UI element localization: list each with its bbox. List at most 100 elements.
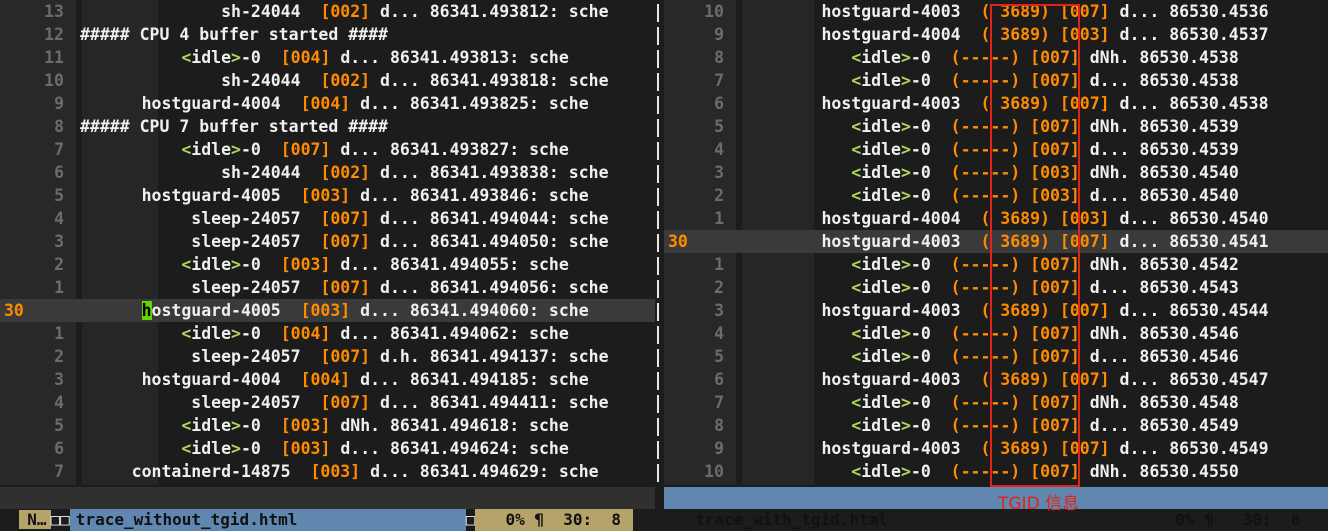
- idle-suffix: -0: [910, 278, 931, 297]
- pad: [301, 232, 321, 251]
- pad: [931, 163, 951, 182]
- left-editor-pane[interactable]: 13 sh-24044 [002] d... 86341.493812: sch…: [0, 0, 655, 485]
- process-name: sh-24044: [221, 163, 301, 182]
- buffer-line[interactable]: 12 ##### CPU 4 buffer started ####: [0, 23, 655, 46]
- process-name: hostguard-4003: [821, 232, 961, 251]
- buffer-line[interactable]: 7 <idle>-0 [007] d... 86341.493827: sche: [0, 138, 655, 161]
- line-number: 6: [714, 370, 724, 389]
- pad: [301, 209, 321, 228]
- pad: [931, 140, 951, 159]
- line-number: 13: [44, 2, 64, 21]
- line-content: sleep-24057 [007] d... 86341.494044: sch…: [82, 207, 608, 230]
- idle-task: idle: [861, 324, 901, 343]
- idle-close: >: [900, 255, 911, 274]
- trace-fields: d... 86341.494185: sche: [350, 370, 589, 389]
- idle-close: >: [900, 140, 911, 159]
- buffer-line[interactable]: 7 containerd-14875 [003] d... 86341.4946…: [0, 460, 655, 483]
- line-number: 8: [714, 48, 724, 67]
- trace-fields: dNh. 86530.4540: [1079, 163, 1239, 182]
- buffer-line[interactable]: 5 hostguard-4005 [003] d... 86341.493846…: [0, 184, 655, 207]
- trace-fields: d... 86341.494056: sche: [370, 278, 609, 297]
- left-file-name[interactable]: trace_without_tgid.html: [69, 509, 466, 531]
- cpu-id: [003]: [310, 462, 361, 481]
- idle-close: >: [900, 462, 911, 481]
- line-number: 9: [54, 94, 64, 113]
- line-number: 10: [704, 2, 724, 21]
- trace-fields: d.h. 86341.494137: sche: [370, 347, 609, 366]
- left-buffer-lines: 13 sh-24044 [002] d... 86341.493812: sch…: [0, 0, 655, 483]
- buffer-line[interactable]: 1 <idle>-0 [004] d... 86341.494062: sche: [0, 322, 655, 345]
- line-content: ##### CPU 7 buffer started ####: [80, 115, 388, 138]
- buffer-line[interactable]: 11 <idle>-0 [004] d... 86341.493813: sch…: [0, 46, 655, 69]
- pad: [301, 2, 321, 21]
- line-content: sh-24044 [002] d... 86341.493818: sche: [82, 69, 608, 92]
- idle-task: idle: [861, 462, 901, 481]
- buffer-line[interactable]: 4 sleep-24057 [007] d... 86341.494044: s…: [0, 207, 655, 230]
- process-name: ostguard-4005: [151, 301, 281, 320]
- process-name: sleep-24057: [191, 232, 301, 251]
- line-number: 4: [54, 393, 64, 412]
- buffer-line[interactable]: 1 sleep-24057 [007] d... 86341.494056: s…: [0, 276, 655, 299]
- buffer-line[interactable]: 5 <idle>-0 [003] dNh. 86341.494618: sche: [0, 414, 655, 437]
- right-file-name[interactable]: trace_with_tgid.html: [695, 509, 1175, 531]
- trace-fields: d... 86341.493838: sche: [370, 163, 609, 182]
- cpu-id: [003]: [280, 439, 331, 458]
- trace-fields: dNh. 86530.4550: [1079, 462, 1239, 481]
- cpu-id: [007]: [320, 232, 371, 251]
- buffer-line[interactable]: 30 hostguard-4005 [003] d... 86341.49406…: [0, 299, 655, 322]
- pad: [961, 25, 981, 44]
- line-number: 30: [4, 301, 24, 320]
- window-split-divider[interactable]: [656, 0, 659, 485]
- idle-suffix: -0: [910, 416, 931, 435]
- idle-close: >: [900, 278, 911, 297]
- line-number: 2: [54, 347, 64, 366]
- line-content: hostguard-4004 [004] d... 86341.493825: …: [82, 92, 589, 115]
- line-content: sh-24044 [002] d... 86341.493838: sche: [82, 161, 609, 184]
- buffer-line[interactable]: 3 sleep-24057 [007] d... 86341.494050: s…: [0, 230, 655, 253]
- trace-fields: d... 86530.4549: [1079, 416, 1239, 435]
- idle-suffix: -0: [910, 324, 931, 343]
- buffer-line[interactable]: 13 sh-24044 [002] d... 86341.493812: sch…: [0, 0, 655, 23]
- line-number: 5: [714, 117, 724, 136]
- buffer-line[interactable]: 2 <idle>-0 [003] d... 86341.494055: sche: [0, 253, 655, 276]
- idle-task: idle: [861, 278, 901, 297]
- pad: [281, 186, 301, 205]
- text-cursor[interactable]: h: [141, 301, 152, 320]
- idle-task: idle: [861, 71, 901, 90]
- line-number: 30: [668, 232, 688, 251]
- idle-open: <: [851, 278, 862, 297]
- buffer-line[interactable]: 9 hostguard-4004 [004] d... 86341.493825…: [0, 92, 655, 115]
- pad: [931, 462, 951, 481]
- pad: [931, 393, 951, 412]
- pad: [261, 439, 281, 458]
- buffer-line[interactable]: 6 sh-24044 [002] d... 86341.493838: sche: [0, 161, 655, 184]
- cpu-id: [007]: [320, 278, 371, 297]
- buffer-line[interactable]: 3 hostguard-4004 [004] d... 86341.494185…: [0, 368, 655, 391]
- buffer-line[interactable]: 8 ##### CPU 7 buffer started ####: [0, 115, 655, 138]
- cpu-id: [004]: [280, 48, 331, 67]
- pad: [961, 2, 981, 21]
- line-number: 6: [714, 94, 724, 113]
- buffer-line[interactable]: 2 sleep-24057 [007] d.h. 86341.494137: s…: [0, 345, 655, 368]
- trace-fields: d... 86530.4540: [1109, 209, 1269, 228]
- idle-task: idle: [861, 48, 901, 67]
- buffer-line[interactable]: 10 sh-24044 [002] d... 86341.493818: sch…: [0, 69, 655, 92]
- line-content: ##### CPU 4 buffer started ####: [80, 23, 388, 46]
- line-number: 2: [54, 255, 64, 274]
- idle-open: <: [181, 48, 192, 67]
- pad: [291, 462, 311, 481]
- trace-fields: d... 86341.493846: sche: [350, 186, 589, 205]
- idle-task: idle: [861, 347, 901, 366]
- pad: [301, 347, 321, 366]
- cpu-id: [003]: [280, 416, 331, 435]
- buffer-line[interactable]: 6 <idle>-0 [003] d... 86341.494624: sche: [0, 437, 655, 460]
- buffer-line[interactable]: 4 sleep-24057 [007] d... 86341.494411: s…: [0, 391, 655, 414]
- idle-close: >: [231, 416, 241, 435]
- pad: [961, 439, 981, 458]
